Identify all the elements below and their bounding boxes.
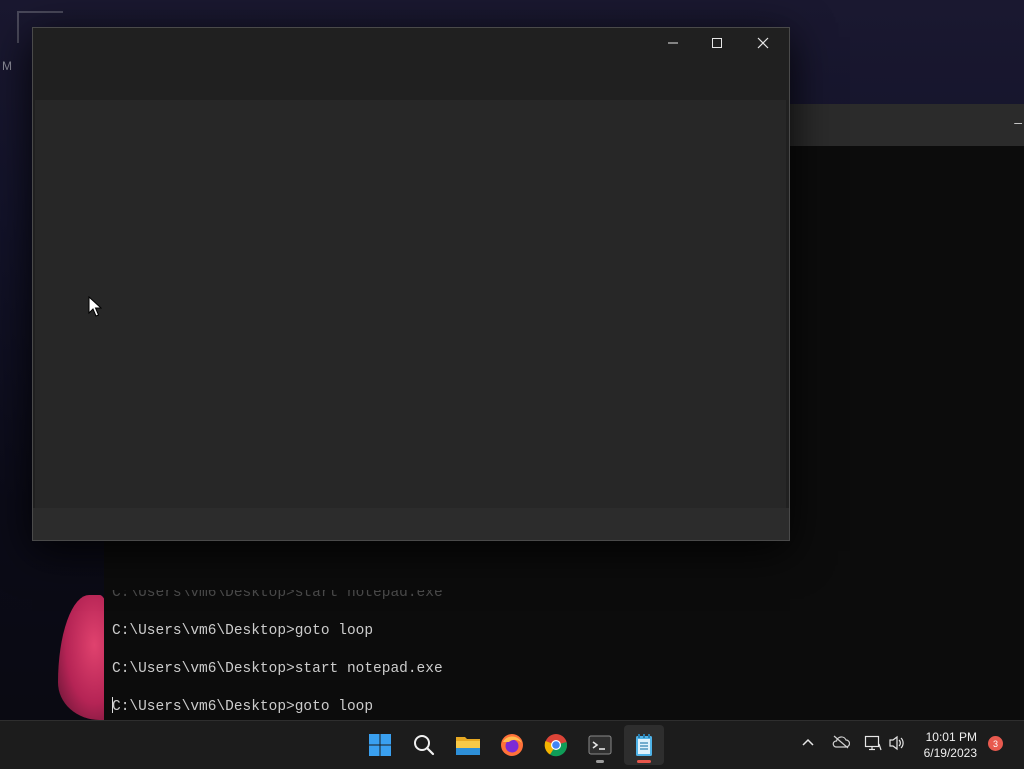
network-tray-button[interactable] xyxy=(864,735,882,756)
file-explorer-icon xyxy=(456,737,480,755)
notification-badge[interactable]: 3 xyxy=(988,736,1003,751)
start-icon xyxy=(369,734,391,756)
chevron-up-icon xyxy=(802,738,814,746)
cloud-offline-icon xyxy=(832,735,851,749)
notepad-button[interactable] xyxy=(624,725,664,765)
terminal-output: C:\Users\vm6\Desktop>start notepad.exe C… xyxy=(112,590,443,734)
maximize-icon xyxy=(712,38,722,48)
show-hidden-icons-button[interactable] xyxy=(801,735,815,754)
terminal-line: C:\Users\vm6\Desktop>start notepad.exe xyxy=(112,661,443,677)
mouse-pointer-icon xyxy=(88,296,102,317)
terminal-line-faded: C:\Users\vm6\Desktop>start notepad.exe xyxy=(112,590,443,601)
terminal-minimize-button[interactable]: – xyxy=(1014,114,1022,130)
firefox-button[interactable] xyxy=(492,725,532,765)
terminal-line: C:\Users\vm6\Desktop>goto loop xyxy=(112,623,374,639)
firefox-icon xyxy=(501,734,523,756)
search-button[interactable] xyxy=(404,725,444,765)
notepad-status-bar xyxy=(33,508,789,540)
active-indicator xyxy=(637,760,651,763)
desktop-shortcut-label[interactable]: M xyxy=(2,59,12,73)
clock-time: 10:01 PM xyxy=(925,730,977,744)
terminal-button[interactable] xyxy=(580,725,620,765)
running-indicator xyxy=(596,760,604,763)
chrome-button[interactable] xyxy=(536,725,576,765)
chrome-icon xyxy=(544,734,568,757)
minimize-button[interactable] xyxy=(650,28,696,58)
notepad-titlebar[interactable] xyxy=(33,28,789,100)
terminal-line-text: C:\Users\vm6\Desktop>goto loop xyxy=(112,699,374,715)
notepad-icon xyxy=(636,734,652,756)
onedrive-tray-button[interactable] xyxy=(832,735,851,754)
volume-tray-button[interactable] xyxy=(888,735,906,756)
file-explorer-button[interactable] xyxy=(448,725,488,765)
maximize-button[interactable] xyxy=(694,28,740,58)
search-icon xyxy=(414,735,435,756)
terminal-icon xyxy=(588,735,612,755)
minimize-icon xyxy=(668,42,678,44)
close-button[interactable] xyxy=(740,28,786,58)
notepad-window[interactable] xyxy=(32,27,790,541)
close-icon xyxy=(757,37,769,49)
taskbar: 10:01 PM 6/19/2023 xyxy=(0,720,1024,769)
network-icon xyxy=(864,735,882,751)
volume-icon xyxy=(889,735,904,751)
notepad-text-area[interactable] xyxy=(35,100,786,508)
taskbar-clock[interactable]: 10:01 PM 6/19/2023 xyxy=(924,729,977,761)
clock-date: 6/19/2023 xyxy=(923,746,977,760)
start-button[interactable] xyxy=(360,725,400,765)
